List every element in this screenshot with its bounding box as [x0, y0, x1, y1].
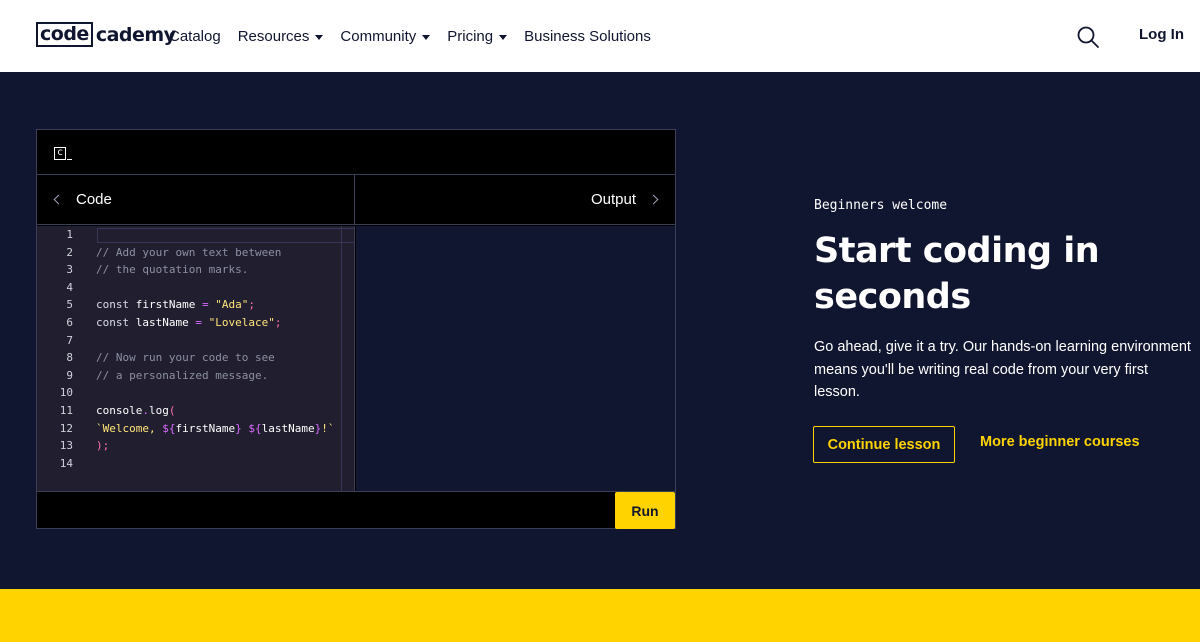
line-number: 13	[59, 439, 73, 453]
code-template: !`	[321, 421, 335, 435]
line-number: 2	[66, 245, 73, 259]
code-pane[interactable]: 1 2 // Add your own text between 3 // the …	[37, 226, 355, 491]
code-comment: // Now run your code to see	[96, 351, 275, 365]
hero-description: Go ahead, give it a try. Our hands-on le…	[814, 339, 1191, 400]
code-variable: firstName	[175, 421, 236, 435]
code-string: "Lovelace"	[208, 316, 275, 329]
code-line: 10	[37, 384, 354, 402]
code-interp: }	[235, 421, 242, 435]
code-comment: // Add your own text between	[96, 245, 282, 259]
code-comment: // the quotation marks.	[96, 263, 249, 277]
editor-footer	[37, 491, 675, 528]
login-link[interactable]: Log In	[1139, 26, 1184, 43]
nav-pricing[interactable]: Pricing	[447, 27, 508, 45]
editor-tabs: Code Output	[37, 175, 675, 225]
code-line: 1	[37, 226, 354, 244]
chevron-left-icon	[53, 194, 64, 205]
nav-catalog-label: Catalog	[169, 27, 221, 45]
logo-rest-text: cademy	[95, 23, 176, 46]
code-line: 3 // the quotation marks.	[37, 261, 354, 279]
tab-code[interactable]: Code	[37, 175, 355, 224]
line-number: 4	[66, 280, 73, 294]
line-number: 7	[66, 333, 73, 347]
output-pane	[356, 226, 675, 491]
code-line: 8 // Now run your code to see	[37, 349, 354, 367]
editor-topbar: c	[37, 130, 675, 175]
code-operator: =	[201, 298, 209, 312]
code-semicolon: ;	[274, 316, 282, 329]
mini-logo-underscore	[67, 159, 72, 160]
code-line: 7	[37, 332, 354, 350]
line-number: 12	[59, 421, 73, 435]
run-button[interactable]: Run	[615, 492, 675, 529]
code-variable: lastName	[261, 421, 315, 435]
nav-pricing-label: Pricing	[447, 27, 494, 45]
more-beginner-courses-link[interactable]: More beginner courses	[980, 434, 1140, 450]
code-line: 11 console.log(	[37, 402, 354, 420]
code-operator: =	[195, 316, 202, 329]
code-variable: firstName	[135, 298, 196, 312]
line-number: 10	[59, 386, 73, 400]
line-number: 8	[66, 351, 73, 365]
code-dot: .	[142, 404, 149, 417]
line-number: 5	[66, 298, 73, 312]
code-line: 9 // a personalized message.	[37, 367, 354, 385]
code-line: 5 const firstName = "Ada";	[37, 296, 354, 314]
top-nav: code cademy Catalog Resources Community P…	[0, 0, 1200, 72]
code-interp: ${	[162, 421, 176, 435]
tab-code-label: Code	[76, 191, 112, 208]
line-number: 1	[66, 228, 73, 241]
search-icon[interactable]	[1076, 25, 1100, 49]
line-number: 9	[66, 368, 73, 382]
code-line: 12 `Welcome, ${firstName} ${lastName}!`	[37, 420, 354, 438]
code-template: `Welcome,	[96, 421, 163, 435]
continue-lesson-button[interactable]: Continue lesson	[813, 426, 955, 463]
logo-boxed-text: code	[36, 22, 93, 47]
code-function: log	[148, 404, 169, 417]
code-semicolon: ;	[248, 298, 255, 312]
code-line: 2 // Add your own text between	[37, 244, 354, 262]
mini-logo-letter: c	[54, 146, 66, 160]
code-comment: // a personalized message.	[96, 368, 269, 382]
nav-links: Catalog Resources Community Pricing Busi…	[169, 0, 651, 72]
caret-down-icon	[499, 34, 508, 40]
code-string: "Ada"	[215, 298, 249, 312]
code-interp: ${	[248, 421, 262, 435]
code-line: 6 const lastName = "Lovelace";	[37, 314, 354, 332]
line-number: 14	[59, 456, 73, 470]
nav-community-label: Community	[340, 27, 417, 45]
codecademy-logo[interactable]: code cademy	[36, 21, 176, 48]
code-paren: );	[96, 439, 110, 453]
code-line: 14	[37, 455, 354, 473]
code-line: 4	[37, 279, 354, 297]
code-line: 13);	[37, 437, 354, 455]
nav-business-label: Business Solutions	[524, 27, 651, 45]
yellow-band	[0, 589, 1200, 642]
code-object: console	[96, 404, 143, 417]
nav-business-solutions[interactable]: Business Solutions	[524, 28, 651, 45]
hero-headline: Start coding in seconds	[814, 231, 1100, 317]
line-number: 6	[66, 316, 73, 329]
line-number: 11	[59, 404, 73, 417]
caret-down-icon	[422, 34, 431, 40]
nav-resources-label: Resources	[237, 27, 310, 45]
line-number: 3	[66, 263, 73, 277]
tab-output-label: Output	[590, 191, 636, 208]
nav-catalog[interactable]: Catalog	[169, 28, 221, 45]
caret-down-icon	[315, 34, 324, 40]
tab-output[interactable]: Output	[356, 175, 675, 224]
code-keyword: const	[96, 316, 130, 329]
chevron-right-icon	[648, 194, 659, 205]
nav-resources[interactable]: Resources	[238, 28, 324, 45]
code-editor-widget: c Code Output 1 2 // Add your own text be…	[36, 129, 676, 529]
editor-mini-logo-icon: c	[54, 145, 74, 161]
hero-kicker: Beginners welcome	[814, 198, 948, 213]
nav-community[interactable]: Community	[340, 27, 431, 45]
code-variable: lastName	[135, 316, 189, 329]
code-keyword: const	[96, 298, 130, 312]
code-paren: (	[168, 404, 176, 417]
